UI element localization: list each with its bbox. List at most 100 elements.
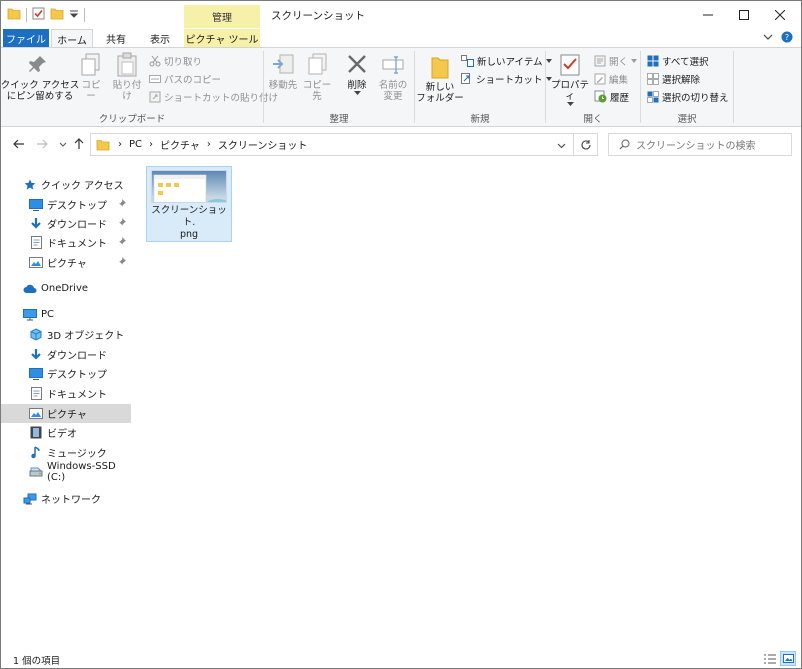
close-button[interactable] [763, 1, 797, 28]
nav-network-label: ネットワーク [41, 495, 101, 506]
invert-selection-button[interactable]: 選択の切り替え [647, 88, 729, 105]
up-button[interactable] [71, 136, 87, 152]
file-item[interactable]: スクリーンショット. png [146, 166, 232, 242]
paste-shortcut-button[interactable]: ショートカットの貼り付け [149, 88, 278, 105]
history-label: 履歴 [610, 92, 630, 104]
nav-pictures[interactable]: ピクチャ [1, 404, 131, 423]
rename-button[interactable]: 名前の 変更 [374, 52, 412, 102]
nav-music[interactable]: ミュージック [1, 443, 131, 462]
cut-button[interactable]: 切り取り [149, 52, 202, 69]
customize-dropdown-icon[interactable] [69, 8, 79, 23]
nav-videos-label: ビデオ [47, 429, 77, 440]
minimize-button[interactable] [691, 1, 725, 28]
properties-check-icon[interactable] [32, 7, 45, 23]
edit-icon [594, 73, 606, 84]
copy-button[interactable]: コピー [77, 52, 105, 102]
breadcrumb-pc[interactable]: PC [129, 139, 142, 150]
forward-button[interactable] [34, 136, 50, 152]
nav-qa-pictures[interactable]: ピクチャ [1, 253, 131, 272]
pin-icon[interactable] [118, 256, 127, 268]
ribbon-collapse-icon[interactable] [763, 33, 773, 44]
nav-qa-desktop[interactable]: デスクトップ [1, 195, 131, 214]
address-bar[interactable]: › PC › ピクチャ › スクリーンショット [90, 133, 574, 156]
maximize-button[interactable] [727, 1, 761, 28]
nav-drive-c-label: Windows-SSD (C:) [47, 460, 116, 483]
chevron-down-icon [353, 91, 361, 95]
new-folder-icon [431, 57, 449, 79]
nav-qa-documents-label: ドキュメント [47, 239, 107, 250]
file-list: スクリーンショット. png [133, 159, 801, 645]
nav-desktop[interactable]: デスクトップ [1, 364, 131, 383]
pin-icon[interactable] [118, 217, 127, 229]
folder-icon [96, 139, 110, 151]
back-arrow-icon [13, 139, 24, 149]
tab-home[interactable]: ホーム [51, 29, 93, 48]
delete-button[interactable]: 削除 [340, 52, 374, 95]
nav-onedrive[interactable]: OneDrive [1, 279, 131, 298]
nav-documents[interactable]: ドキュメント [1, 384, 131, 403]
select-none-button[interactable]: 選択解除 [647, 70, 700, 87]
copy-to-button[interactable]: コピー先 [300, 52, 334, 102]
nav-qa-downloads[interactable]: ダウンロード [1, 214, 131, 233]
nav-pc-label: PC [41, 309, 55, 320]
tab-file[interactable]: ファイル [3, 29, 49, 47]
nav-qa-documents[interactable]: ドキュメント [1, 233, 131, 252]
paste-button[interactable]: 貼り付け [109, 52, 145, 102]
star-icon [23, 178, 37, 192]
back-button[interactable] [11, 136, 27, 152]
breadcrumb-pictures[interactable]: ピクチャ [160, 137, 200, 152]
nav-3d-objects-label: 3D オブジェクト [47, 331, 125, 342]
film-icon [29, 426, 43, 440]
new-folder-label: 新しい フォルダー [416, 82, 464, 104]
nav-downloads[interactable]: ダウンロード [1, 345, 131, 364]
nav-quick-access[interactable]: クイック アクセス [1, 175, 131, 194]
nav-documents-label: ドキュメント [47, 390, 107, 401]
nav-videos[interactable]: ビデオ [1, 423, 131, 442]
manage-context-tab[interactable]: 管理 [184, 5, 260, 28]
nav-network[interactable]: ネットワーク [1, 489, 131, 508]
new-folder-button[interactable]: 新しい フォルダー [416, 52, 464, 104]
edit-button[interactable]: 編集 [594, 70, 628, 87]
help-icon[interactable]: ? [781, 31, 793, 46]
folder-icon[interactable] [7, 7, 21, 23]
nav-drive-c[interactable]: Windows-SSD (C:) [1, 460, 131, 483]
clipboard-group-label: クリップボード [98, 114, 166, 125]
open-button[interactable]: 開く [594, 52, 638, 69]
pin-quick-access-button[interactable]: クイック アクセス にピン留めする [1, 52, 79, 102]
large-icons-view-button[interactable] [780, 651, 796, 666]
ribbon: クイック アクセス にピン留めする コピー 貼り付け 切り取り パスのコピー シ… [1, 47, 801, 127]
move-to-button[interactable]: 移動先 [266, 52, 300, 91]
pin-icon[interactable] [118, 236, 127, 248]
move-to-icon [273, 54, 294, 74]
new-group-label: 新規 [470, 114, 490, 125]
copy-path-button[interactable]: パスのコピー [149, 70, 221, 87]
details-view-icon [764, 654, 776, 663]
breadcrumb-screenshots[interactable]: スクリーンショット [218, 137, 308, 152]
invert-selection-icon [647, 90, 659, 103]
new-item-button[interactable]: 新しいアイテム [461, 52, 552, 69]
history-button[interactable]: 履歴 [594, 88, 629, 105]
recent-locations-button[interactable] [55, 136, 71, 152]
up-arrow-icon [74, 138, 84, 149]
navigation-pane: クイック アクセス デスクトップ ダウンロード ドキュメント ピクチャ OneD… [1, 171, 131, 641]
details-view-button[interactable] [762, 651, 778, 666]
nav-pc[interactable]: PC [1, 305, 131, 324]
nav-downloads-label: ダウンロード [47, 351, 107, 362]
easy-access-button[interactable]: ショートカット [461, 70, 552, 87]
address-dropdown-icon[interactable] [557, 141, 566, 152]
tab-share[interactable]: 共有 [97, 29, 135, 47]
tab-view[interactable]: 表示 [141, 29, 179, 47]
nav-3d-objects[interactable]: 3D オブジェクト [1, 325, 131, 344]
chevron-right-icon: › [149, 139, 154, 150]
search-box[interactable]: スクリーンショットの検索 [608, 133, 792, 156]
tab-picture-tools[interactable]: ピクチャ ツール [184, 29, 260, 47]
properties-button[interactable]: プロパティ [548, 52, 592, 106]
nav-pictures-label: ピクチャ [47, 410, 87, 421]
easy-access-label: ショートカット [476, 74, 543, 86]
refresh-button[interactable] [574, 133, 598, 156]
select-all-button[interactable]: すべて選択 [647, 52, 708, 69]
pin-icon[interactable] [118, 198, 127, 210]
shortcut-icon [461, 72, 470, 84]
new-folder-icon[interactable] [50, 7, 64, 23]
ribbon-right-controls: ? [763, 31, 793, 46]
